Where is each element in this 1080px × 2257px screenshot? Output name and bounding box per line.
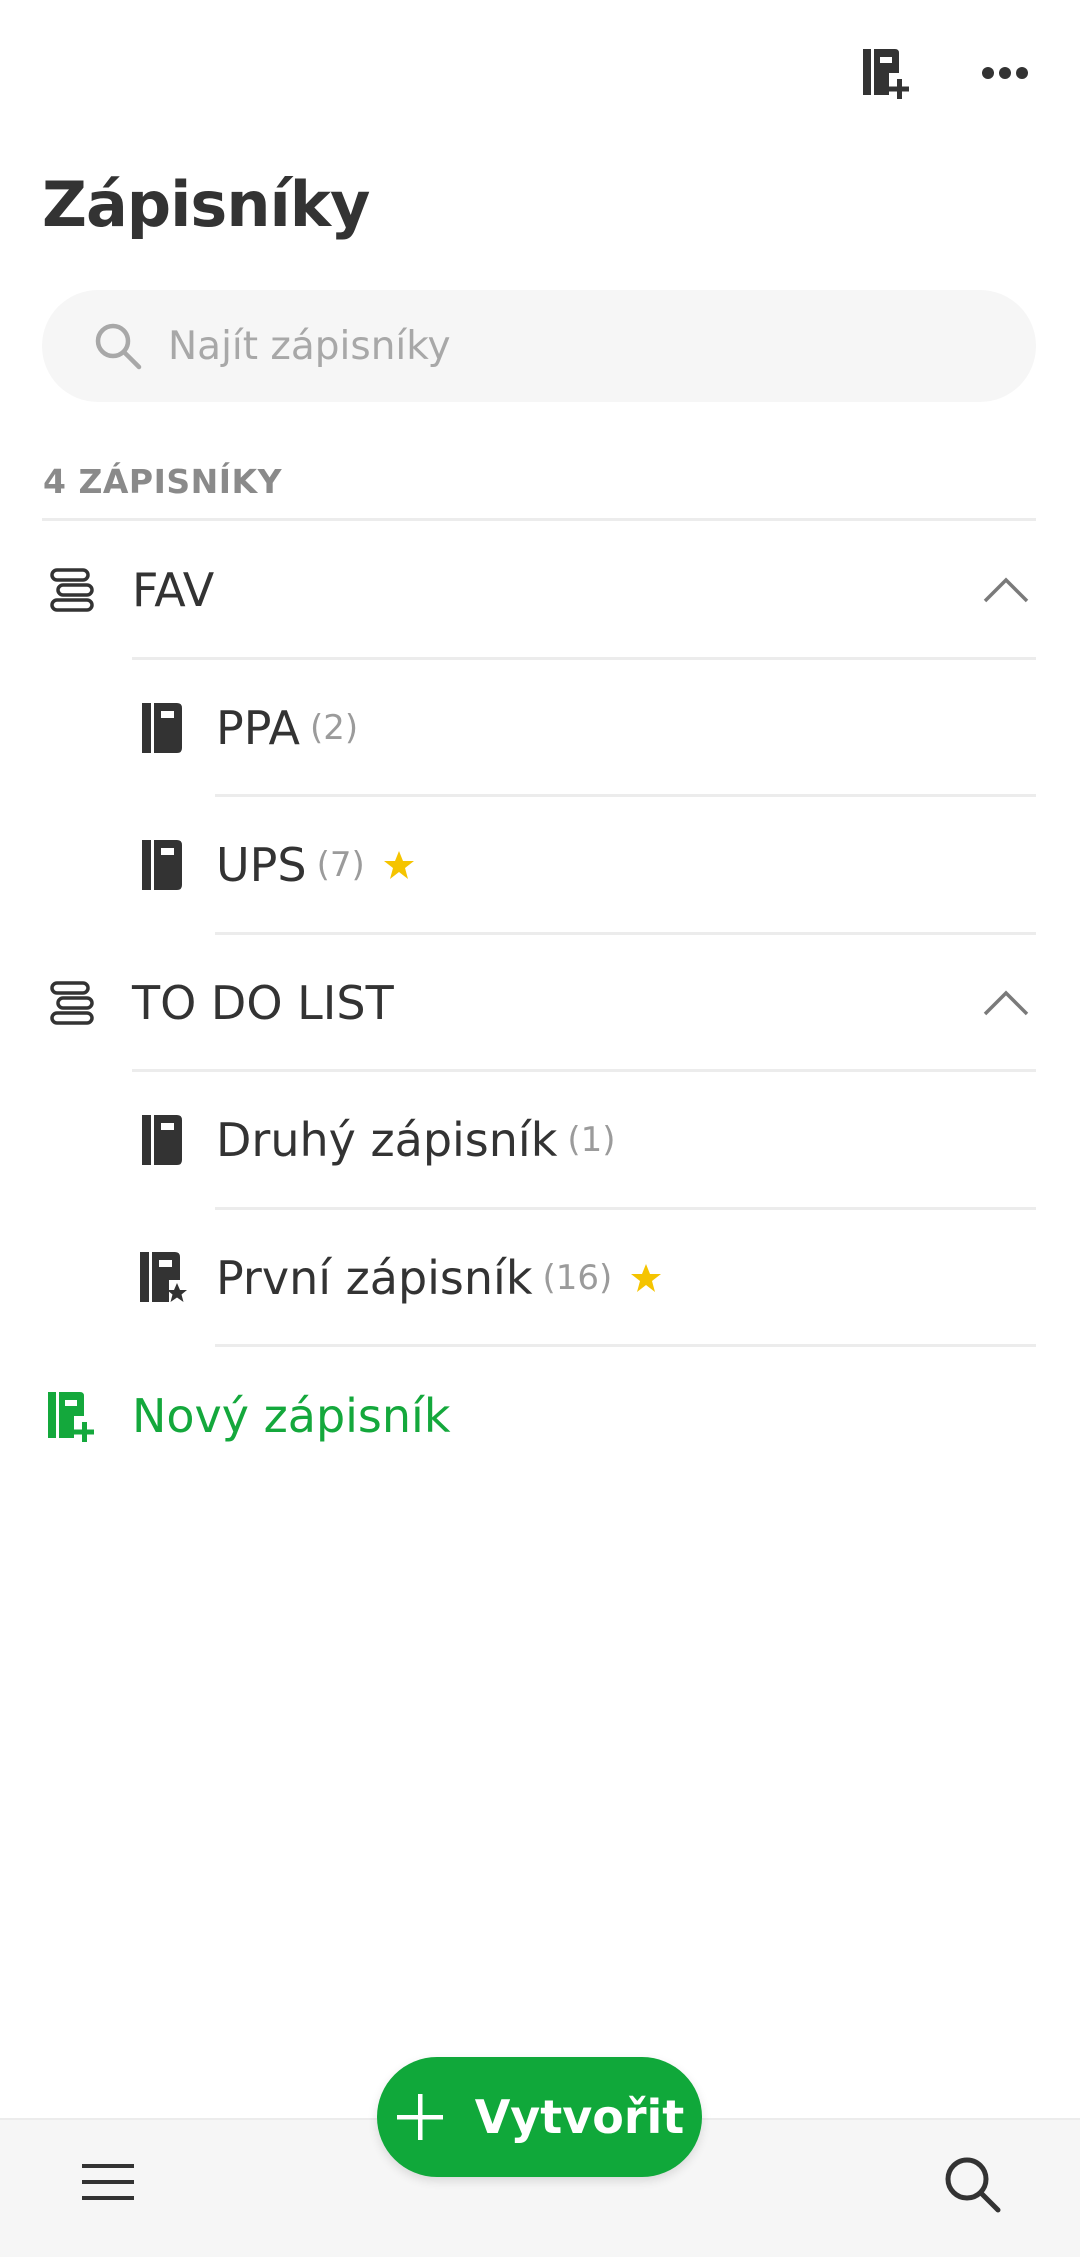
notebook-label: Druhý zápisník — [216, 1113, 558, 1167]
stack-label: TO DO LIST — [132, 976, 394, 1030]
top-app-bar — [0, 0, 1080, 150]
notebook-label: PPA — [216, 701, 301, 755]
notebook-item-ppa[interactable]: PPA (2) — [132, 660, 1036, 796]
stack-to-do-list[interactable]: TO DO LIST — [42, 935, 1036, 1071]
notebook-item-ups[interactable]: UPS (7) — [132, 797, 1036, 933]
search-input[interactable]: Najít zápisníky — [42, 290, 1036, 402]
stack-icon — [42, 560, 102, 620]
search-placeholder: Najít zápisníky — [168, 323, 451, 369]
hamburger-menu-icon[interactable] — [78, 2152, 138, 2212]
divider — [215, 1344, 1036, 1347]
stack-label: FAV — [132, 563, 215, 617]
notebook-icon — [132, 698, 192, 758]
default-notebook-icon — [132, 1248, 192, 1308]
note-count: (16) — [542, 1258, 613, 1298]
new-notebook-button[interactable]: Nový zápisník — [42, 1348, 450, 1484]
notebook-label: První zápisník — [216, 1251, 533, 1305]
chevron-up-icon[interactable] — [976, 975, 1036, 1031]
notebook-label: UPS — [216, 838, 307, 892]
stack-fav[interactable]: FAV — [42, 522, 1036, 658]
note-count: (1) — [567, 1120, 616, 1160]
new-notebook-icon[interactable] — [852, 38, 922, 108]
chevron-up-icon[interactable] — [976, 562, 1036, 618]
new-notebook-label: Nový zápisník — [132, 1389, 451, 1443]
search-icon[interactable] — [940, 2152, 1004, 2216]
notebook-item-druhy-zapisnik[interactable]: Druhý zápisník (1) — [132, 1072, 1036, 1208]
divider — [42, 518, 1036, 521]
create-button[interactable]: Vytvořit — [377, 2057, 702, 2177]
notebook-icon — [132, 835, 192, 895]
notebook-count: 4 ZÁPISNÍKY — [43, 462, 283, 501]
note-count: (2) — [310, 708, 359, 748]
stack-icon — [42, 973, 102, 1033]
page-title: Zápisníky — [42, 168, 370, 241]
new-notebook-icon — [42, 1386, 102, 1446]
notebook-item-prvni-zapisnik[interactable]: První zápisník (16) — [132, 1210, 1036, 1346]
plus-icon — [395, 2092, 445, 2142]
search-icon — [90, 318, 146, 374]
star-icon — [630, 1263, 662, 1293]
star-icon — [383, 850, 415, 880]
create-button-label: Vytvořit — [474, 2090, 685, 2144]
notebook-icon — [132, 1110, 192, 1170]
note-count: (7) — [316, 845, 365, 885]
more-options-icon[interactable] — [970, 38, 1040, 108]
